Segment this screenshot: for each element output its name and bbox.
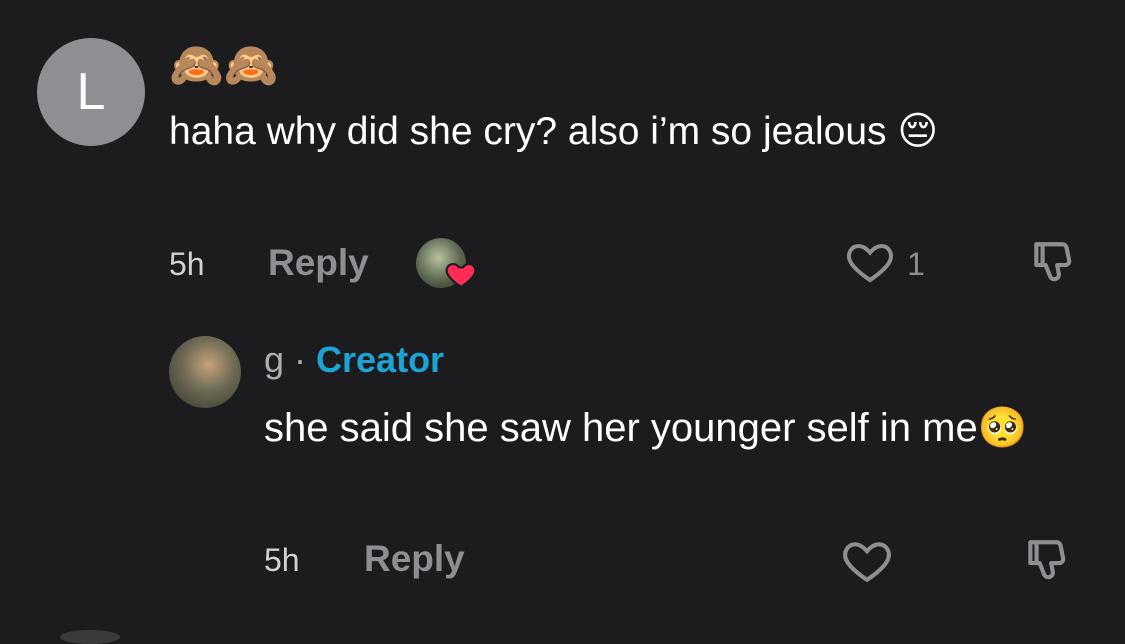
commenter-username[interactable]: 🙈🙈 bbox=[169, 40, 279, 92]
creator-heart-icon bbox=[445, 263, 477, 288]
reply-username[interactable]: g bbox=[264, 339, 284, 380]
thumbs-down-icon[interactable] bbox=[1027, 238, 1079, 288]
reply-header: g · Creator bbox=[264, 339, 444, 381]
commenter-avatar[interactable]: L bbox=[37, 38, 145, 146]
reply-thumbs-down-icon[interactable] bbox=[1021, 536, 1073, 586]
name-separator: · bbox=[284, 339, 317, 380]
avatar-letter: L bbox=[76, 63, 106, 121]
reply-reply-button[interactable]: Reply bbox=[364, 538, 465, 580]
comment-reply-button[interactable]: Reply bbox=[268, 242, 369, 284]
like-count: 1 bbox=[907, 246, 925, 282]
comment-timestamp: 5h bbox=[169, 246, 205, 282]
next-comment-avatar bbox=[60, 630, 120, 644]
creator-badge: Creator bbox=[316, 339, 445, 380]
heart-outline-icon[interactable] bbox=[846, 240, 894, 284]
creator-avatar[interactable] bbox=[169, 336, 241, 408]
reply-text: she said she saw her younger self in me🥺 bbox=[264, 406, 1028, 450]
reply-heart-outline-icon[interactable] bbox=[842, 538, 892, 584]
comment-text: haha why did she cry? also i’m so jealou… bbox=[169, 110, 939, 153]
reply-timestamp: 5h bbox=[264, 542, 300, 578]
